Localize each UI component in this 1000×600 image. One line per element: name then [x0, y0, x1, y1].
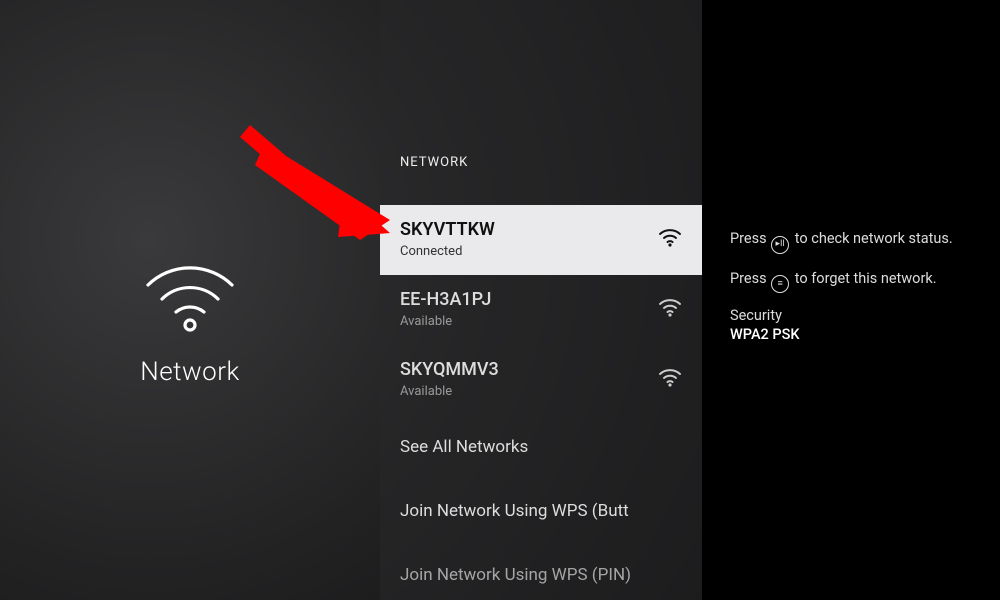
join-wps-button[interactable]: Join Network Using WPS (Butt	[380, 479, 702, 543]
network-status: Available	[400, 384, 499, 399]
network-name: SKYVTTKW	[400, 219, 495, 240]
wifi-icon	[130, 245, 250, 339]
page-title: Network	[0, 357, 380, 387]
network-item-skyvttkw[interactable]: SKYVTTKW Connected	[380, 205, 702, 275]
network-list-panel: NETWORK SKYVTTKW Connected EE-H3A1PJ Ava…	[380, 0, 702, 600]
network-name: EE-H3A1PJ	[400, 289, 491, 310]
join-wps-pin[interactable]: Join Network Using WPS (PIN)	[380, 543, 702, 600]
tip-forget-network: Press ≡ to forget this network.	[730, 268, 953, 294]
network-name: SKYQMMV3	[400, 359, 499, 380]
network-item-skyqmmv3[interactable]: SKYQMMV3 Available	[380, 345, 702, 415]
play-pause-icon: ▸II	[771, 236, 789, 254]
security-info: Security WPA2 PSK	[730, 307, 953, 343]
security-value: WPA2 PSK	[730, 326, 953, 343]
network-status: Connected	[400, 244, 495, 259]
menu-icon: ≡	[771, 275, 789, 293]
network-status: Available	[400, 314, 491, 329]
wifi-signal-icon	[658, 227, 682, 251]
network-item-eeh3a1pj[interactable]: EE-H3A1PJ Available	[380, 275, 702, 345]
wifi-signal-icon	[658, 297, 682, 321]
see-all-networks[interactable]: See All Networks	[380, 415, 702, 479]
security-label: Security	[730, 307, 953, 324]
wifi-signal-icon	[658, 367, 682, 391]
section-header: NETWORK	[380, 155, 488, 170]
left-panel: Network	[0, 0, 380, 600]
detail-panel: Press ▸II to check network status. Press…	[702, 0, 1000, 600]
tip-check-status: Press ▸II to check network status.	[730, 228, 953, 254]
network-list: SKYVTTKW Connected EE-H3A1PJ Available S…	[380, 205, 702, 600]
